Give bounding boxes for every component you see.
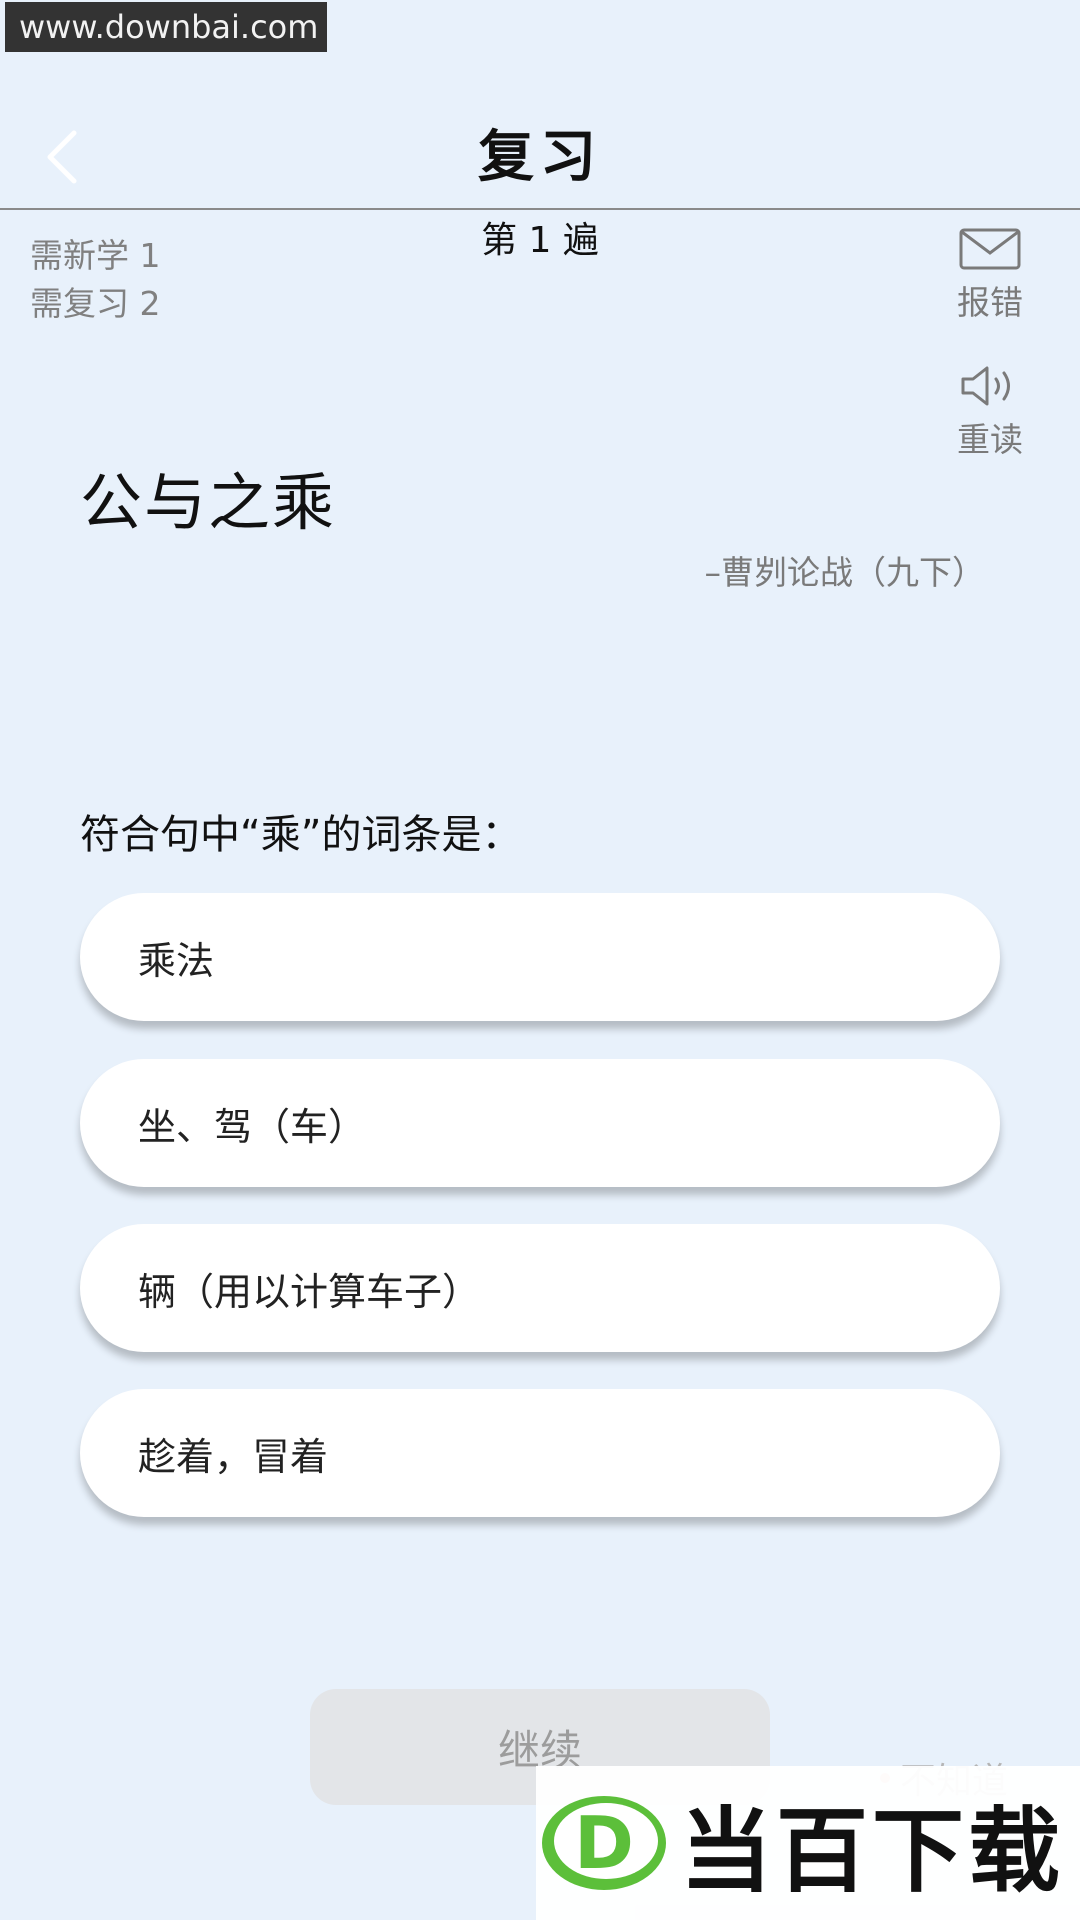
option-1-label: 乘法 <box>138 938 215 983</box>
option-3-label: 辆（用以计算车子） <box>138 1269 481 1314</box>
option-4-label: 趁着，冒着 <box>138 1434 329 1479</box>
brand-logo-icon: D <box>542 1796 666 1890</box>
target-word: 公与之乘 <box>80 466 337 539</box>
report-error-button[interactable]: 报错 <box>930 228 1050 324</box>
option-3[interactable]: 辆（用以计算车子） <box>80 1224 1000 1352</box>
option-4[interactable]: 趁着，冒着 <box>80 1389 1000 1517</box>
watermark-banner: D 当百下载 <box>536 1766 1080 1920</box>
word-source: –曹刿论战（九下） <box>704 553 986 592</box>
option-2[interactable]: 坐、驾（车） <box>80 1059 1000 1187</box>
page-title: 复习 <box>478 125 602 190</box>
pass-counter: 第 1 遍 <box>481 220 599 261</box>
report-error-label: 报错 <box>957 283 1023 322</box>
option-2-label: 坐、驾（车） <box>138 1104 367 1149</box>
watermark-brand-text: 当百下载 <box>680 1797 1065 1905</box>
reread-label: 重读 <box>957 420 1023 459</box>
logo-letter: D <box>574 1801 634 1885</box>
watermark-url: www.downbai.com <box>5 2 327 52</box>
option-1[interactable]: 乘法 <box>80 893 1000 1021</box>
envelope-icon <box>959 228 1021 270</box>
header-divider <box>0 208 1080 210</box>
reread-button[interactable]: 重读 <box>930 365 1050 461</box>
speaker-icon <box>961 366 1010 406</box>
to-review-count: 需复习 2 <box>30 284 161 323</box>
question-text: 符合句中“乘”的词条是： <box>80 812 522 858</box>
